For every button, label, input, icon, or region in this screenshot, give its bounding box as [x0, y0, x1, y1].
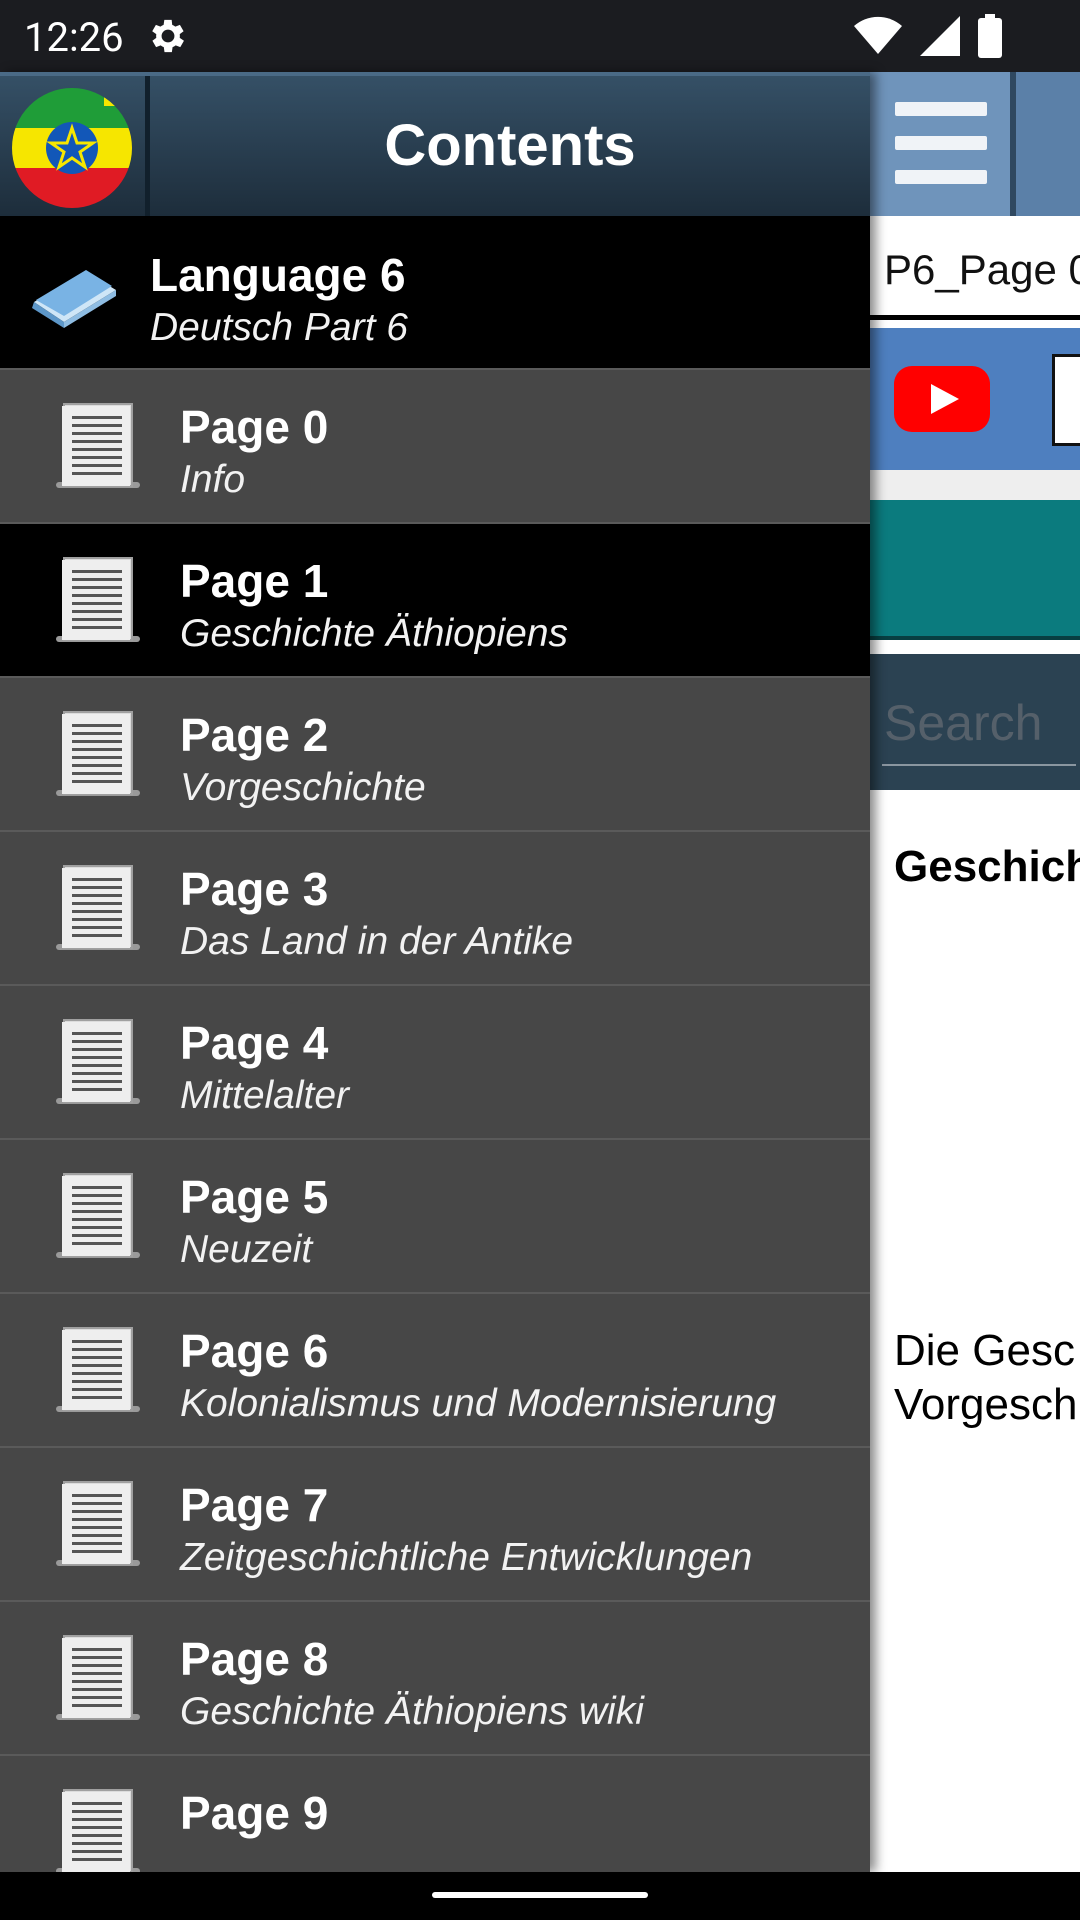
- hamburger-icon-bar: [895, 170, 987, 184]
- status-time: 12:26: [24, 14, 124, 61]
- home-gesture-handle[interactable]: [432, 1892, 648, 1898]
- document-icon: [56, 1327, 140, 1412]
- document-icon: [56, 711, 140, 796]
- status-bar: 12:26: [0, 0, 1080, 72]
- search-bar[interactable]: Search: [870, 654, 1080, 790]
- hamburger-icon: [895, 102, 987, 116]
- ebook-icon[interactable]: [1052, 354, 1080, 446]
- drawer-item-subtitle: Mittelalter: [180, 1074, 350, 1117]
- menu-button[interactable]: [870, 72, 1016, 216]
- page-name-text: P6_Page 0: [884, 246, 1080, 293]
- gear-icon: [152, 19, 184, 53]
- drawer-item-page-2[interactable]: Page 2 Vorgeschichte: [0, 678, 870, 832]
- drawer-item-title: Page 2: [180, 709, 329, 761]
- drawer-item-page-3[interactable]: Page 3 Das Land in der Antike: [0, 832, 870, 986]
- drawer-item-page-1[interactable]: Page 1 Geschichte Äthiopiens: [0, 524, 870, 678]
- wifi-icon: [854, 16, 902, 54]
- search-input[interactable]: Search: [884, 694, 1042, 752]
- drawer-item-page-5[interactable]: Page 5 Neuzeit: [0, 1140, 870, 1294]
- drawer-item-title: Page 8: [180, 1633, 329, 1685]
- document-icon: [56, 1635, 140, 1720]
- document-icon: [56, 865, 140, 950]
- background-app: P6_Page 0 Search Geschich Die Gesc Vorge…: [870, 72, 1080, 1872]
- signal-icon: [920, 16, 960, 56]
- drawer-item-subtitle: Kolonialismus und Modernisierung: [180, 1382, 777, 1425]
- drawer-item-title: Page 5: [180, 1171, 329, 1223]
- drawer-item-title: Page 1: [180, 555, 329, 607]
- drawer-item-subtitle: Das Land in der Antike: [180, 920, 574, 963]
- drawer-item-page-6[interactable]: Page 6 Kolonialismus und Modernisierung: [0, 1294, 870, 1448]
- drawer-item-page-7[interactable]: Page 7 Zeitgeschichtliche Entwicklungen: [0, 1448, 870, 1602]
- youtube-icon[interactable]: [894, 366, 990, 432]
- drawer-item-page-9[interactable]: Page 9: [0, 1756, 870, 1872]
- app-toolbar: [870, 72, 1080, 216]
- document-icon: [56, 1481, 140, 1566]
- page-name-field[interactable]: P6_Page 0: [870, 216, 1080, 320]
- drawer-item-page-8[interactable]: Page 8 Geschichte Äthiopiens wiki: [0, 1602, 870, 1756]
- document-icon: [56, 403, 140, 488]
- drawer-item-title: Page 0: [180, 401, 329, 453]
- drawer-header: Contents: [0, 72, 870, 216]
- document-icon: [56, 557, 140, 642]
- language-item[interactable]: Language 6 Deutsch Part 6: [0, 216, 870, 370]
- article-line: Die Gesc: [894, 1326, 1075, 1375]
- divider: [870, 470, 1080, 500]
- navigation-drawer: Contents Language 6 Deutsch Part 6 Page …: [0, 72, 870, 1872]
- drawer-item-title: Page 3: [180, 863, 329, 915]
- document-icon: [56, 1019, 140, 1104]
- drawer-item-page-4[interactable]: Page 4 Mittelalter: [0, 986, 870, 1140]
- drawer-item-title: Page 9: [180, 1787, 329, 1839]
- article-heading: Geschich: [894, 842, 1080, 891]
- drawer-item-subtitle: Info: [180, 458, 246, 501]
- language-subtitle: Deutsch Part 6: [150, 306, 408, 349]
- drawer-item-title: Page 7: [180, 1479, 329, 1531]
- hamburger-icon-bar: [895, 136, 987, 150]
- drawer-item-subtitle: Zeitgeschichtliche Entwicklungen: [180, 1536, 753, 1579]
- drawer-item-title: Page 6: [180, 1325, 329, 1377]
- article-line: Vorgesch: [894, 1380, 1078, 1429]
- drawer-item-subtitle: Vorgeschichte: [180, 766, 426, 809]
- media-bar: [870, 328, 1080, 470]
- ethiopia-flag-icon: [12, 88, 132, 208]
- article-body: Die Gesc Vorgesch: [894, 1324, 1077, 1432]
- document-icon: [56, 1789, 140, 1872]
- language-title: Language 6: [150, 249, 406, 301]
- system-nav-bar: [0, 1872, 1080, 1920]
- status-icons: [854, 14, 1002, 58]
- drawer-title: Contents: [384, 113, 636, 178]
- battery-icon: [978, 14, 1002, 58]
- drawer-item-subtitle: Geschichte Äthiopiens: [180, 612, 569, 655]
- book-icon: [32, 270, 116, 328]
- drawer-item-page-0[interactable]: Page 0 Info: [0, 370, 870, 524]
- drawer-item-subtitle: Geschichte Äthiopiens wiki: [180, 1690, 644, 1733]
- drawer-item-title: Page 4: [180, 1017, 329, 1069]
- document-icon: [56, 1173, 140, 1258]
- flag-button[interactable]: [0, 76, 150, 216]
- drawer-item-subtitle: Neuzeit: [180, 1228, 313, 1271]
- teal-banner: [870, 500, 1080, 640]
- search-underline: [882, 764, 1076, 766]
